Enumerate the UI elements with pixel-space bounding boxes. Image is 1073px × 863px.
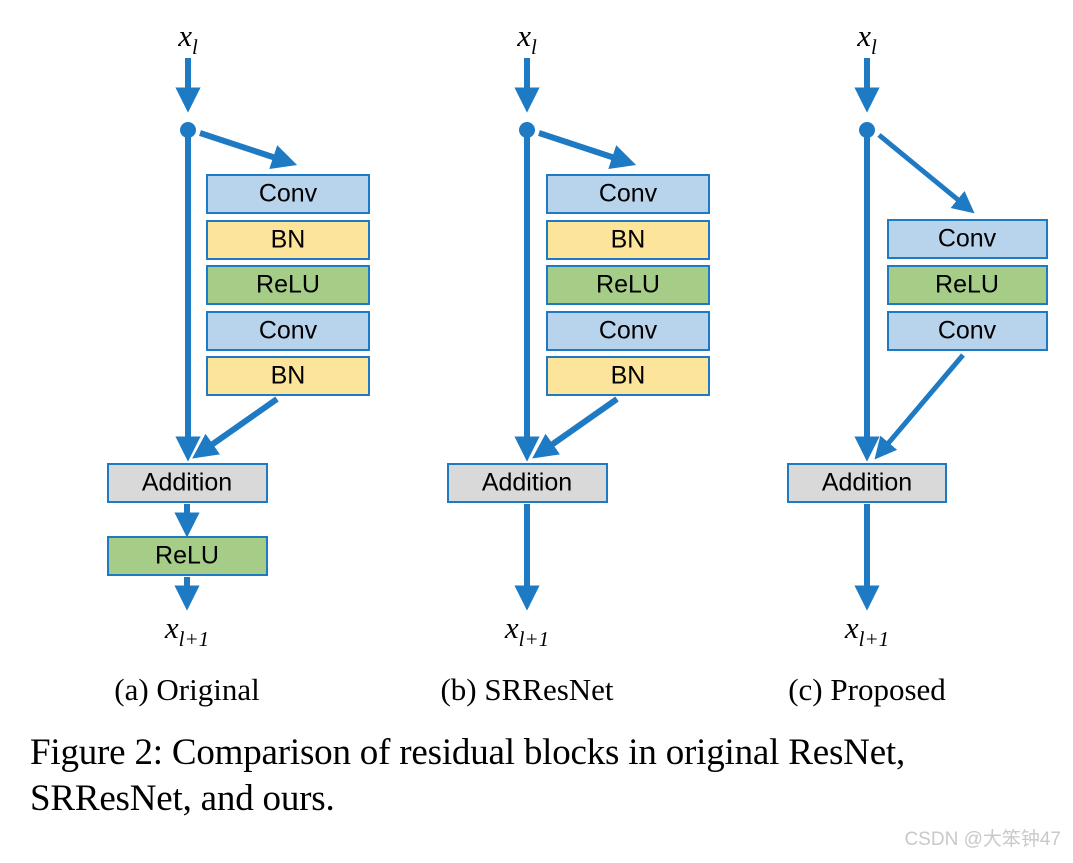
column-proposed: xl Conv ReLU Conv Addition xl+1 (c) Prop… <box>787 18 1048 707</box>
output-label-c: xl+1 <box>844 610 889 651</box>
block-label: Conv <box>599 180 658 208</box>
residual-block-diagram: xl Conv BN ReLU Conv BN Addition ReLU xl… <box>107 18 1048 707</box>
addition-label: Addition <box>822 469 912 497</box>
input-label-b: xl <box>516 18 537 59</box>
split-junction-dot-b <box>519 122 535 138</box>
block-label: Conv <box>259 317 318 345</box>
input-label-c: xl <box>856 18 877 59</box>
block-label: BN <box>611 362 646 390</box>
merge-arrow-a <box>192 396 279 459</box>
addition-label: Addition <box>482 469 572 497</box>
split-junction-dot-a <box>180 122 196 138</box>
column-original: xl Conv BN ReLU Conv BN Addition ReLU xl… <box>107 18 370 707</box>
merge-arrow-c <box>874 353 965 460</box>
addition-label: Addition <box>142 469 232 497</box>
column-caption-a: (a) Original <box>114 672 259 707</box>
block-label: ReLU <box>935 271 999 299</box>
output-label-a: xl+1 <box>164 610 209 651</box>
block-label: ReLU <box>256 271 320 299</box>
figure-2-residual-blocks: xl Conv BN ReLU Conv BN Addition ReLU xl… <box>0 0 1073 863</box>
branch-arrow-b <box>538 130 637 170</box>
figure-caption: Figure 2: Comparison of residual blocks … <box>30 732 906 820</box>
output-label-b: xl+1 <box>504 610 549 651</box>
block-stack-c: Conv ReLU Conv <box>887 219 1048 351</box>
column-caption-b: (b) SRResNet <box>440 672 613 707</box>
branch-arrow-a <box>199 130 298 170</box>
split-junction-dot-c <box>859 122 875 138</box>
block-stack-a: Conv BN ReLU Conv BN <box>206 174 370 396</box>
block-label: ReLU <box>596 271 660 299</box>
figure-caption-area: Figure 2: Comparison of residual blocks … <box>30 730 1040 823</box>
block-label: Conv <box>599 317 658 345</box>
block-label: BN <box>271 362 306 390</box>
block-label: BN <box>271 226 306 254</box>
block-label: ReLU <box>155 542 219 570</box>
block-stack-b: Conv BN ReLU Conv BN <box>546 174 710 396</box>
branch-arrow-c <box>877 133 975 214</box>
block-label: Conv <box>938 317 997 345</box>
input-label-a: xl <box>177 18 198 59</box>
merge-arrow-b <box>532 396 619 459</box>
column-caption-c: (c) Proposed <box>788 672 946 707</box>
block-label: Conv <box>259 180 318 208</box>
column-srresnet: xl Conv BN ReLU Conv BN Addition xl+1 (b… <box>440 18 710 707</box>
block-label: BN <box>611 226 646 254</box>
csdn-watermark: CSDN @大笨钟47 <box>904 829 1061 850</box>
block-label: Conv <box>938 225 997 253</box>
